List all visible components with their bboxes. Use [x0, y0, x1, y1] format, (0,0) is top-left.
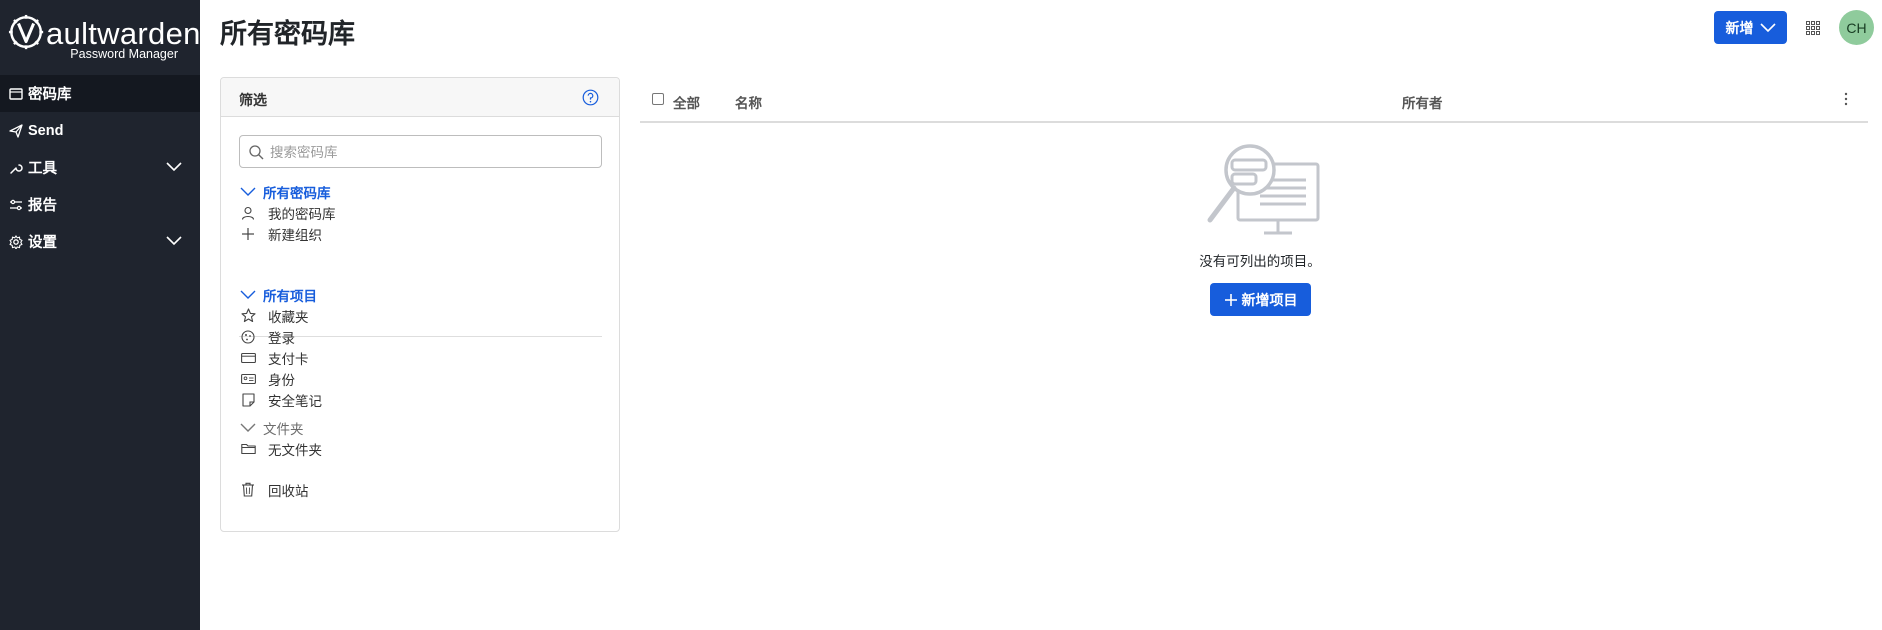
more-options-icon[interactable]	[1844, 91, 1848, 107]
search-box	[239, 135, 602, 168]
column-owner: 所有者	[1402, 96, 1443, 111]
chevron-down-icon	[240, 290, 256, 299]
filter-item-identity[interactable]: 身份	[239, 368, 322, 389]
filter-item-favorites[interactable]: 收藏夹	[239, 305, 322, 326]
credit-card-icon	[240, 350, 256, 366]
trash-icon	[240, 482, 256, 498]
column-all[interactable]: 全部	[673, 92, 700, 112]
filter-header: 筛选	[221, 78, 619, 117]
sidebar-item-reports[interactable]: 报告	[0, 186, 200, 223]
filter-item-label: 支付卡	[268, 351, 309, 367]
id-card-icon	[240, 371, 256, 387]
sidebar-nav: 密码库 Send 工具 报告 设置	[0, 75, 200, 260]
vault-table-header: 全部 名称 所有者	[640, 86, 1868, 123]
chevron-down-icon	[240, 423, 256, 432]
chevron-down-icon	[166, 236, 182, 246]
sidebar-item-vaults[interactable]: 密码库	[0, 75, 200, 112]
filter-item-label: 无文件夹	[268, 442, 322, 458]
trash-group: 回收站	[239, 479, 309, 500]
filter-item-label: 安全笔记	[268, 393, 322, 409]
add-item-label: 新增项目	[1241, 291, 1298, 308]
filter-item-no-folder[interactable]: 无文件夹	[239, 438, 322, 459]
types-group-label: 所有项目	[263, 289, 317, 304]
filter-item-my-vault[interactable]: 我的密码库	[239, 202, 336, 223]
folders-group-label: 文件夹	[263, 422, 304, 437]
chevron-down-icon	[240, 187, 256, 196]
types-group: 所有项目 收藏夹 登录 支付卡 身份 安全笔记	[239, 285, 322, 410]
new-button[interactable]: 新增	[1714, 11, 1787, 44]
folders-group: 文件夹 无文件夹	[239, 418, 322, 459]
filter-item-card[interactable]: 支付卡	[239, 347, 322, 368]
select-all-checkbox[interactable]	[652, 93, 664, 105]
sidebar-item-settings[interactable]: 设置	[0, 223, 200, 260]
new-button-label: 新增	[1725, 19, 1754, 36]
sidebar-item-label: 设置	[28, 235, 57, 251]
note-icon	[240, 392, 256, 408]
gear-icon	[8, 234, 24, 250]
vault-icon	[8, 86, 24, 102]
vaults-group-label: 所有密码库	[263, 186, 331, 201]
page-title: 所有密码库	[220, 19, 355, 49]
filter-item-label: 身份	[268, 372, 295, 388]
vaultwarden-logo[interactable]: aultwarden Password Manager	[8, 14, 200, 61]
wrench-icon	[8, 160, 24, 176]
filter-item-label: 回收站	[268, 483, 309, 499]
filter-item-trash[interactable]: 回收站	[239, 479, 309, 500]
sidebar-item-tools[interactable]: 工具	[0, 149, 200, 186]
filter-item-secure-note[interactable]: 安全笔记	[239, 389, 322, 410]
plus-icon	[240, 226, 256, 242]
filter-item-label: 我的密码库	[268, 206, 336, 222]
column-name: 名称	[735, 96, 762, 111]
folder-icon	[240, 441, 256, 457]
add-item-button[interactable]: 新增项目	[1210, 283, 1311, 316]
avatar[interactable]: CH	[1839, 10, 1874, 45]
filter-panel: 筛选 所有密码库 我的密码库 新建组织 所有项目	[220, 77, 620, 532]
search-input[interactable]	[270, 140, 590, 164]
sidebar-item-label: 报告	[28, 198, 57, 214]
filter-item-label: 收藏夹	[268, 309, 309, 325]
sidebar-item-label: 工具	[28, 161, 57, 177]
user-icon	[240, 205, 256, 221]
vaults-group-header[interactable]: 所有密码库	[239, 182, 336, 202]
send-icon	[8, 123, 24, 139]
sidebar-item-send[interactable]: Send	[0, 112, 200, 149]
vaultwarden-logo-icon	[8, 14, 44, 50]
plus-icon	[1224, 293, 1237, 306]
sliders-icon	[8, 197, 24, 213]
search-icon	[249, 145, 264, 160]
filter-title: 筛选	[239, 92, 267, 108]
filter-item-label: 登录	[268, 330, 295, 346]
empty-message: 没有可列出的项目。	[1199, 254, 1321, 269]
filter-item-login[interactable]: 登录	[239, 326, 322, 347]
help-icon[interactable]	[582, 89, 599, 106]
types-group-header[interactable]: 所有项目	[239, 285, 322, 305]
sidebar-item-label: Send	[28, 122, 64, 139]
sidebar: aultwarden Password Manager 密码库 Send 工具	[0, 0, 200, 630]
star-icon	[240, 308, 256, 324]
chevron-down-icon	[1759, 22, 1776, 32]
folders-group-header[interactable]: 文件夹	[239, 418, 322, 438]
empty-vault-illustration	[1207, 144, 1320, 235]
filter-item-label: 新建组织	[268, 227, 322, 243]
sidebar-item-label: 密码库	[28, 87, 72, 103]
product-switcher-icon[interactable]	[1806, 21, 1820, 35]
globe-icon	[240, 329, 256, 345]
logo-subtitle: Password Manager	[70, 47, 178, 61]
filter-item-new-organization[interactable]: 新建组织	[239, 223, 336, 244]
chevron-down-icon	[166, 162, 182, 172]
vaults-group: 所有密码库 我的密码库 新建组织	[239, 182, 336, 244]
